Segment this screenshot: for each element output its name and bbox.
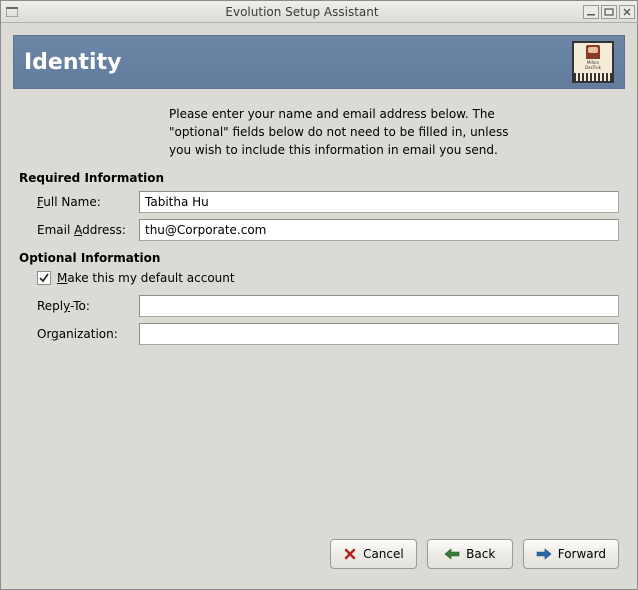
spacer — [19, 351, 619, 533]
intro-line-1: Please enter your name and email address… — [169, 107, 495, 121]
cancel-icon — [343, 547, 357, 561]
forward-icon — [536, 548, 552, 560]
page-title: Identity — [24, 50, 121, 75]
email-label: Email Address: — [37, 223, 139, 237]
organization-label: Organization: — [37, 327, 139, 341]
fullname-input[interactable] — [139, 191, 619, 213]
identity-icon: Milton DesTruk — [572, 41, 614, 83]
back-icon — [444, 548, 460, 560]
replyto-row: Reply-To: — [19, 295, 619, 317]
intro-line-2: "optional" fields below do not need to b… — [169, 125, 509, 139]
organization-row: Organization: — [19, 323, 619, 345]
intro-line-3: you wish to include this information in … — [169, 143, 498, 157]
email-row: Email Address: — [19, 219, 619, 241]
cancel-label: Cancel — [363, 547, 404, 561]
default-account-label: Make this my default account — [57, 271, 235, 285]
maximize-button[interactable] — [601, 5, 617, 19]
minimize-button[interactable] — [583, 5, 599, 19]
button-row: Cancel Back Forwar — [19, 533, 619, 571]
optional-section-header: Optional Information — [19, 251, 619, 265]
replyto-input[interactable] — [139, 295, 619, 317]
window-title: Evolution Setup Assistant — [21, 5, 583, 19]
titlebar: Evolution Setup Assistant — [1, 1, 637, 23]
window-controls — [583, 5, 635, 19]
default-account-checkbox[interactable] — [37, 271, 51, 285]
replyto-label: Reply-To: — [37, 299, 139, 313]
cancel-button[interactable]: Cancel — [330, 539, 417, 569]
window-menu-icon[interactable] — [3, 4, 21, 20]
content-area: Identity Milton DesTruk Please enter you… — [1, 23, 637, 589]
fullname-row: Full Name: — [19, 191, 619, 213]
required-section-header: Required Information — [19, 171, 619, 185]
default-account-row: Make this my default account — [19, 271, 619, 285]
form-area: Please enter your name and email address… — [13, 89, 625, 577]
email-input[interactable] — [139, 219, 619, 241]
back-label: Back — [466, 547, 495, 561]
organization-input[interactable] — [139, 323, 619, 345]
forward-label: Forward — [558, 547, 606, 561]
forward-button[interactable]: Forward — [523, 539, 619, 569]
window-frame: Evolution Setup Assistant Identity Milto… — [0, 0, 638, 590]
fullname-label: Full Name: — [37, 195, 139, 209]
intro-text: Please enter your name and email address… — [19, 101, 619, 171]
back-button[interactable]: Back — [427, 539, 513, 569]
close-button[interactable] — [619, 5, 635, 19]
page-banner: Identity Milton DesTruk — [13, 35, 625, 89]
